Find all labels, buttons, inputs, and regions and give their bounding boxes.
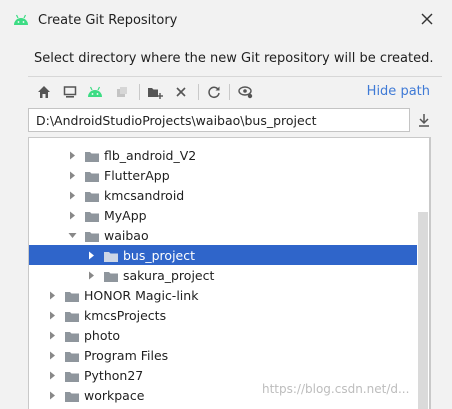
chevron-right-icon[interactable]: [47, 310, 57, 320]
folder-icon: [85, 150, 99, 162]
dialog-description: Select directory where the new Git repos…: [34, 51, 434, 66]
folder-icon: [65, 350, 79, 362]
tree-row-label: flb_android_V2: [104, 147, 197, 163]
folder-icon: [104, 250, 118, 262]
chevron-right-icon[interactable]: [47, 330, 57, 340]
toolbar-separator: [139, 84, 140, 100]
chevron-right-icon[interactable]: [86, 270, 96, 280]
tree-row[interactable]: HONOR Magic-link: [29, 285, 417, 305]
folder-icon: [85, 170, 99, 182]
download-icon[interactable]: [415, 110, 433, 130]
folder-icon: [65, 310, 79, 322]
toolbar-separator: [198, 84, 199, 100]
folder-icon: [65, 330, 79, 342]
home-icon[interactable]: [36, 84, 52, 100]
folder-icon: [85, 210, 99, 222]
folder-icon: [85, 190, 99, 202]
tree-row[interactable]: MyApp: [29, 205, 417, 225]
tree-row[interactable]: waibao: [29, 225, 417, 245]
tree-row-label: MyApp: [104, 207, 147, 223]
path-input[interactable]: [28, 108, 410, 132]
chevron-down-icon[interactable]: [67, 230, 77, 240]
divider: [430, 137, 431, 409]
folder-icon: [65, 370, 79, 382]
tree-row-label: kmcsandroid: [104, 187, 185, 203]
chevron-right-icon[interactable]: [67, 170, 77, 180]
tree-row[interactable]: kmcsProjects: [29, 305, 417, 325]
tree-row[interactable]: kmcsandroid: [29, 185, 417, 205]
tree-row-label: Program Files: [84, 347, 169, 363]
tree-row[interactable]: Program Files: [29, 345, 417, 365]
tree-row-label: waibao: [104, 227, 149, 243]
tree-row[interactable]: sakura_project: [29, 265, 417, 285]
close-icon[interactable]: [420, 12, 434, 26]
android-project-icon[interactable]: [87, 84, 103, 100]
tree-row-label: bus_project: [123, 247, 196, 263]
divider: [28, 76, 442, 77]
tree-scrollbar[interactable]: [418, 212, 428, 409]
tree-row-label: HONOR Magic-link: [84, 287, 199, 303]
folder-icon: [65, 290, 79, 302]
chevron-right-icon[interactable]: [47, 390, 57, 400]
tree-row-label: workpace: [84, 387, 145, 403]
title-bar: Create Git Repository: [0, 0, 452, 40]
desktop-icon[interactable]: [62, 84, 78, 100]
tree-row-label: FlutterApp: [104, 167, 170, 183]
delete-icon[interactable]: [173, 84, 189, 100]
chevron-right-icon[interactable]: [67, 190, 77, 200]
tree-row-label: Python27: [84, 367, 144, 383]
tree-row[interactable]: flb_android_V2: [29, 145, 417, 165]
chevron-right-icon[interactable]: [47, 370, 57, 380]
new-folder-icon[interactable]: [147, 84, 163, 100]
chevron-right-icon[interactable]: [47, 290, 57, 300]
refresh-icon[interactable]: [206, 84, 222, 100]
toolbar-separator: [229, 84, 230, 100]
window-title: Create Git Repository: [38, 12, 178, 28]
tree-row[interactable]: photo: [29, 325, 417, 345]
watermark: https://blog.csdn.net/d...: [262, 382, 410, 396]
hide-path-link[interactable]: Hide path: [367, 84, 430, 99]
tree-row-label: sakura_project: [123, 267, 215, 283]
chevron-right-icon[interactable]: [67, 150, 77, 160]
directory-tree[interactable]: flb_android_V2 FlutterApp kmcsandroid MyApp…: [28, 137, 430, 409]
android-icon: [14, 14, 28, 25]
tree-row-label: photo: [84, 327, 121, 343]
module-icon[interactable]: [114, 84, 130, 100]
tree-row[interactable]: bus_project: [29, 245, 417, 265]
show-hidden-icon[interactable]: [238, 84, 254, 100]
tree-row[interactable]: FlutterApp: [29, 165, 417, 185]
chevron-right-icon[interactable]: [86, 250, 96, 260]
chevron-right-icon[interactable]: [67, 210, 77, 220]
chevron-right-icon[interactable]: [47, 350, 57, 360]
tree-row-label: kmcsProjects: [84, 307, 167, 323]
folder-icon: [65, 390, 79, 402]
toolbar: Hide path: [28, 80, 442, 104]
folder-icon: [85, 230, 99, 242]
folder-icon: [104, 270, 118, 282]
